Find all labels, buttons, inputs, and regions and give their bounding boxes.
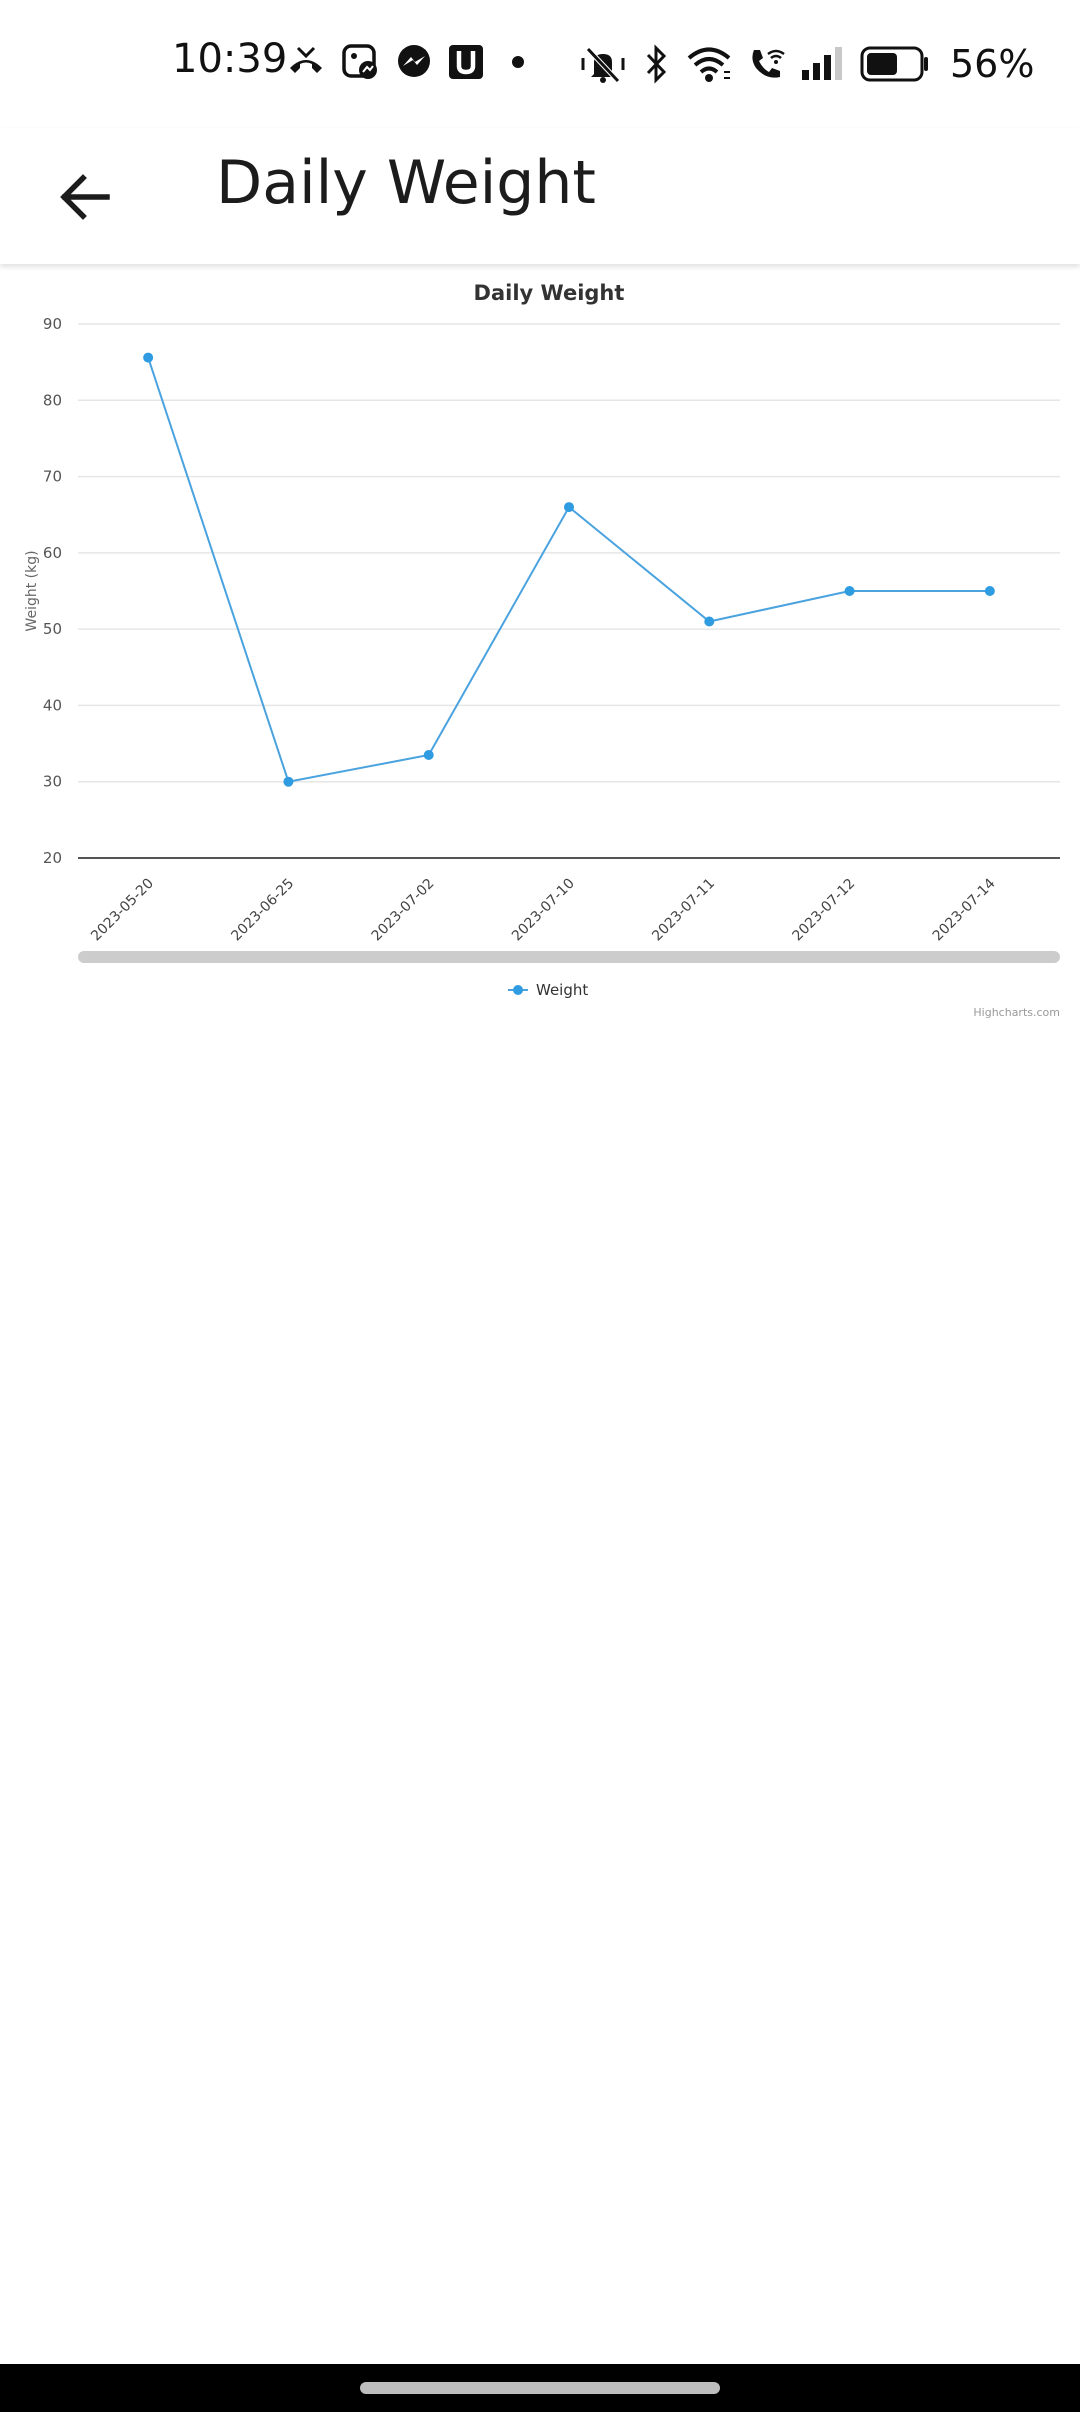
- status-icons-left: [286, 42, 538, 82]
- battery-percentage: 56%: [950, 42, 1035, 86]
- x-tick-label: 2023-07-02: [369, 876, 438, 945]
- y-axis-label: Weight (kg): [24, 550, 40, 631]
- y-tick-label: 20: [43, 849, 62, 867]
- data-point[interactable]: [844, 586, 855, 596]
- wifi-call-icon: [752, 49, 785, 78]
- arrow-left-icon: [60, 174, 110, 220]
- status-icons-right: 56%: [578, 42, 1034, 86]
- y-tick-label: 50: [43, 620, 62, 638]
- y-tick-label: 30: [43, 773, 62, 791]
- data-point[interactable]: [423, 750, 434, 761]
- data-point[interactable]: [143, 352, 154, 363]
- battery-icon: [860, 46, 928, 82]
- legend-item-weight[interactable]: Weight: [536, 981, 588, 999]
- messenger-icon: [398, 45, 430, 77]
- bluetooth-icon: [646, 44, 667, 84]
- x-tick-label: 2023-07-14: [930, 875, 999, 944]
- y-tick-label: 40: [43, 696, 62, 714]
- status-time: 10:39: [172, 36, 288, 82]
- chart-credits[interactable]: Highcharts.com: [973, 1006, 1060, 1019]
- x-tick-label: 2023-06-25: [228, 876, 297, 945]
- wifi-icon: [687, 47, 731, 82]
- page-title: Daily Weight: [216, 148, 596, 218]
- x-tick-label: 2023-07-10: [509, 876, 578, 945]
- x-tick-label: 2023-05-20: [88, 876, 157, 945]
- y-tick-label: 80: [43, 391, 62, 409]
- chart-container: Daily Weight 20 30 40 50 60 70 80 90 Weight (kg) 2…: [0, 264, 1080, 1034]
- chart-title: Daily Weight: [474, 281, 625, 305]
- signal-icon: [802, 47, 842, 80]
- u-app-icon: [449, 45, 483, 79]
- y-tick-label: 70: [43, 468, 62, 486]
- data-point[interactable]: [984, 586, 995, 596]
- back-button[interactable]: [42, 154, 128, 240]
- x-tick-label: 2023-07-11: [649, 876, 718, 945]
- x-tick-label: 2023-07-12: [790, 876, 859, 945]
- data-point[interactable]: [564, 502, 574, 513]
- legend-marker: [513, 985, 523, 995]
- data-point[interactable]: [704, 616, 715, 627]
- data-point[interactable]: [283, 776, 294, 787]
- dot-icon: [512, 56, 524, 68]
- mute-vibrate-icon: [581, 47, 625, 83]
- chart-scrollbar[interactable]: [78, 951, 1060, 963]
- y-tick-label: 90: [43, 315, 62, 333]
- app-bar: Daily Weight: [0, 128, 1080, 264]
- line-chart: Daily Weight 20 30 40 50 60 70 80 90 Weight (kg) 2…: [24, 281, 1060, 1019]
- navigation-bar: [0, 2364, 1080, 2412]
- series-line-weight: [147, 357, 990, 783]
- messenger-photo-icon: [342, 44, 377, 79]
- home-gesture-handle[interactable]: [360, 2382, 720, 2394]
- status-bar: 10:39 56%: [0, 0, 1080, 128]
- y-tick-label: 60: [43, 544, 62, 562]
- missed-call-icon: [290, 46, 322, 73]
